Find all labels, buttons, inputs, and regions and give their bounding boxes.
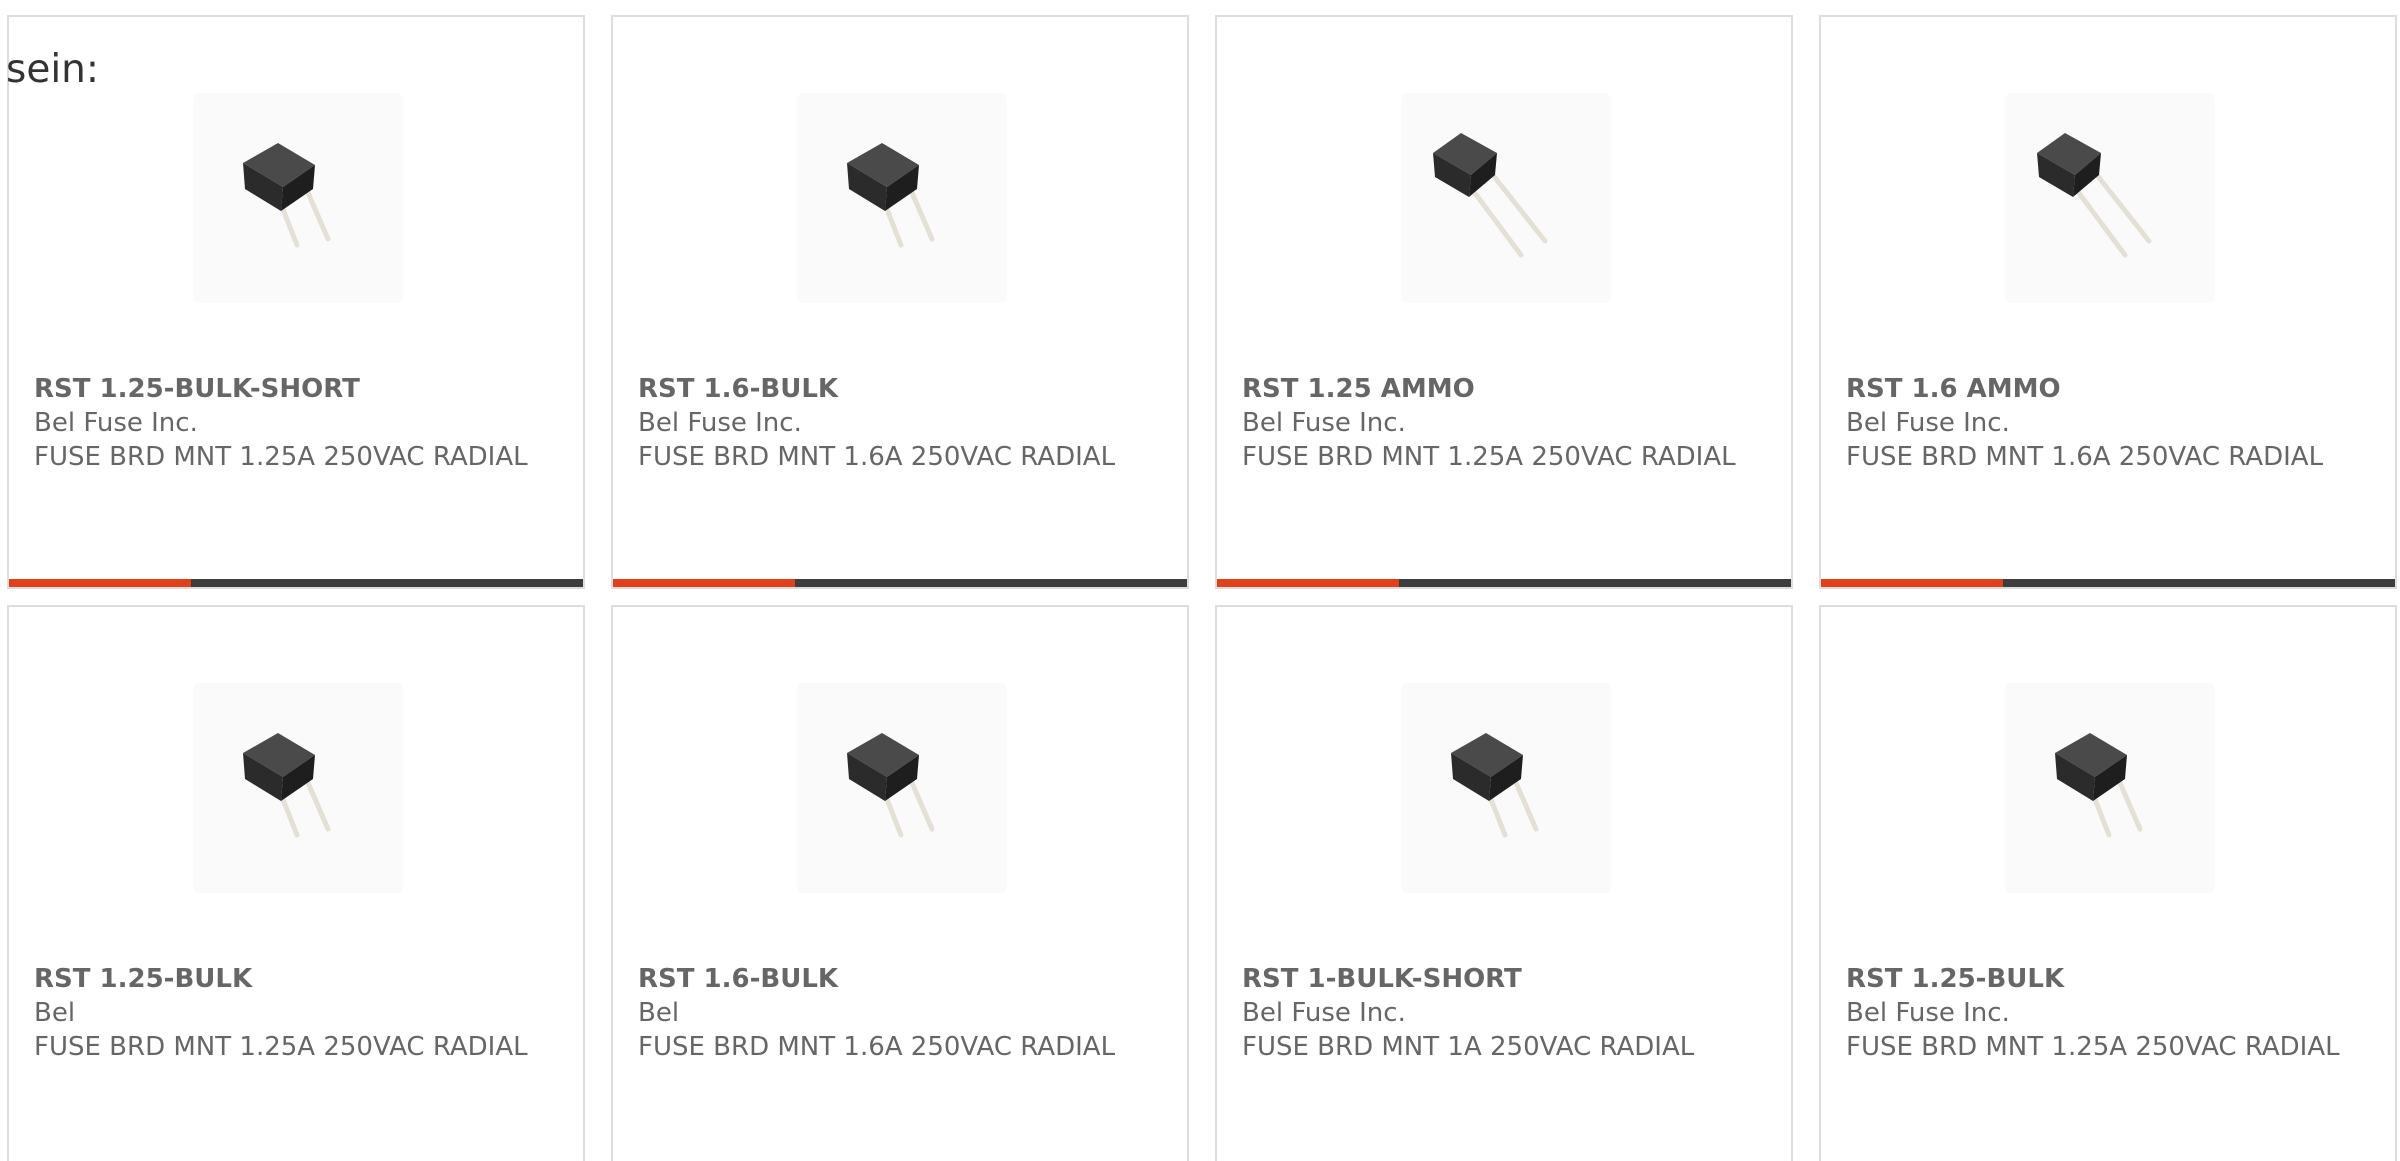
product-image[interactable] bbox=[193, 683, 403, 893]
product-grid-page: sein: RST 1.25-BULK-SHORT Bel Fuse Inc. … bbox=[0, 0, 2400, 1161]
product-card[interactable]: RST 1.25 AMMO Bel Fuse Inc. FUSE BRD MNT… bbox=[1215, 15, 1793, 589]
description: FUSE BRD MNT 1.6A 250VAC RADIAL bbox=[638, 442, 1116, 472]
manufacturer: Bel bbox=[638, 998, 680, 1028]
product-card[interactable]: RST 1.25-BULK Bel Fuse Inc. FUSE BRD MNT… bbox=[1819, 605, 2397, 1161]
product-image[interactable] bbox=[797, 93, 1007, 303]
manufacturer: Bel Fuse Inc. bbox=[1242, 408, 1406, 438]
part-number-link[interactable]: RST 1.25-BULK bbox=[1846, 962, 2366, 996]
short-lead-fuse-icon bbox=[1451, 733, 1539, 838]
part-number-link[interactable]: RST 1.25-BULK-SHORT bbox=[34, 372, 554, 406]
product-image[interactable] bbox=[1401, 93, 1611, 303]
manufacturer: Bel Fuse Inc. bbox=[34, 408, 198, 438]
product-card[interactable]: RST 1.25-BULK-SHORT Bel Fuse Inc. FUSE B… bbox=[7, 15, 585, 589]
short-lead-fuse-icon bbox=[243, 733, 331, 838]
short-lead-fuse-icon bbox=[243, 143, 331, 248]
short-lead-fuse-icon bbox=[847, 143, 935, 248]
short-lead-fuse-icon bbox=[2055, 733, 2143, 838]
card-bar-accent bbox=[1217, 579, 1399, 587]
manufacturer: Bel Fuse Inc. bbox=[1846, 998, 2010, 1028]
card-bottom-bar bbox=[1821, 579, 2395, 587]
card-bottom-bar bbox=[9, 579, 583, 587]
product-image[interactable] bbox=[193, 93, 403, 303]
description: FUSE BRD MNT 1A 250VAC RADIAL bbox=[1242, 1032, 1695, 1062]
product-image[interactable] bbox=[797, 683, 1007, 893]
short-lead-fuse-icon bbox=[847, 733, 935, 838]
manufacturer: Bel bbox=[34, 998, 76, 1028]
part-number-link[interactable]: RST 1.6 AMMO bbox=[1846, 372, 2366, 406]
description: FUSE BRD MNT 1.25A 250VAC RADIAL bbox=[34, 442, 528, 472]
card-bottom-bar bbox=[1217, 579, 1791, 587]
description: FUSE BRD MNT 1.25A 250VAC RADIAL bbox=[1846, 1032, 2340, 1062]
card-bar-accent bbox=[1821, 579, 2003, 587]
long-lead-fuse-icon bbox=[1433, 133, 1548, 258]
product-card[interactable]: RST 1.6-BULK Bel FUSE BRD MNT 1.6A 250VA… bbox=[611, 605, 1189, 1161]
card-bottom-bar bbox=[613, 579, 1187, 587]
part-number-link[interactable]: RST 1.25-BULK bbox=[34, 962, 554, 996]
part-number-link[interactable]: RST 1.25 AMMO bbox=[1242, 372, 1762, 406]
product-card[interactable]: RST 1-BULK-SHORT Bel Fuse Inc. FUSE BRD … bbox=[1215, 605, 1793, 1161]
product-image[interactable] bbox=[2005, 93, 2215, 303]
manufacturer: Bel Fuse Inc. bbox=[1242, 998, 1406, 1028]
long-lead-fuse-icon bbox=[2037, 133, 2152, 258]
description: FUSE BRD MNT 1.25A 250VAC RADIAL bbox=[34, 1032, 528, 1062]
description: FUSE BRD MNT 1.25A 250VAC RADIAL bbox=[1242, 442, 1736, 472]
product-card[interactable]: RST 1.6 AMMO Bel Fuse Inc. FUSE BRD MNT … bbox=[1819, 15, 2397, 589]
manufacturer: Bel Fuse Inc. bbox=[1846, 408, 2010, 438]
product-image[interactable] bbox=[1401, 683, 1611, 893]
product-card[interactable]: RST 1.25-BULK Bel FUSE BRD MNT 1.25A 250… bbox=[7, 605, 585, 1161]
product-card[interactable]: RST 1.6-BULK Bel Fuse Inc. FUSE BRD MNT … bbox=[611, 15, 1189, 589]
part-number-link[interactable]: RST 1-BULK-SHORT bbox=[1242, 962, 1762, 996]
part-number-link[interactable]: RST 1.6-BULK bbox=[638, 962, 1158, 996]
description: FUSE BRD MNT 1.6A 250VAC RADIAL bbox=[638, 1032, 1116, 1062]
product-image[interactable] bbox=[2005, 683, 2215, 893]
card-bar-accent bbox=[613, 579, 795, 587]
intro-text: sein: bbox=[6, 47, 100, 92]
description: FUSE BRD MNT 1.6A 250VAC RADIAL bbox=[1846, 442, 2324, 472]
card-bar-accent bbox=[9, 579, 191, 587]
manufacturer: Bel Fuse Inc. bbox=[638, 408, 802, 438]
part-number-link[interactable]: RST 1.6-BULK bbox=[638, 372, 1158, 406]
